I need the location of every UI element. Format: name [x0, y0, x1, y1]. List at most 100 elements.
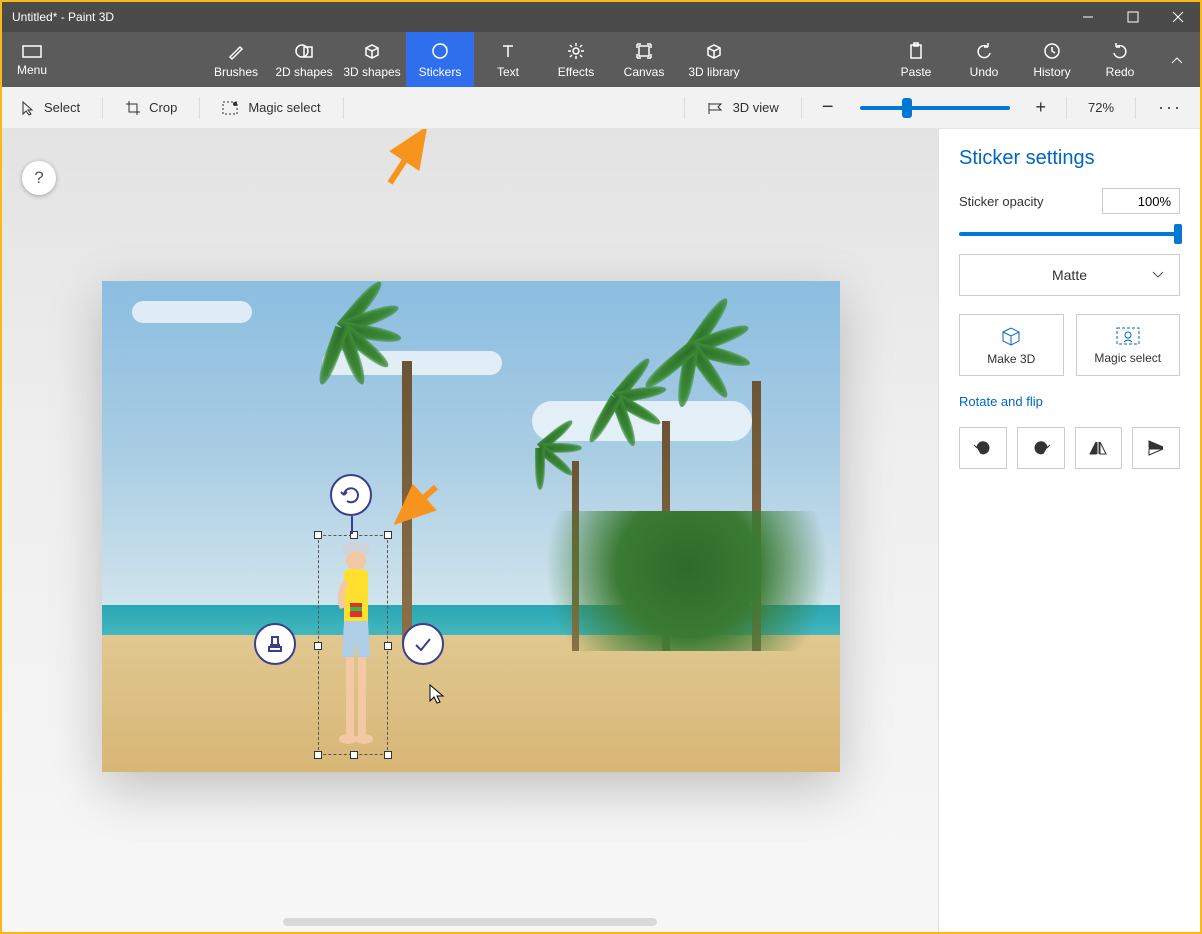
expand-ribbon-button[interactable] [1154, 32, 1200, 87]
cube-icon [362, 41, 382, 61]
main-area: ? [2, 129, 1200, 932]
make-3d-label: Make 3D [987, 352, 1035, 366]
tab-2d-shapes[interactable]: 2D shapes [270, 32, 338, 87]
tab-label: 2D shapes [275, 65, 332, 79]
undo-icon [974, 41, 994, 61]
menu-button[interactable]: Menu [2, 32, 62, 87]
magic-select-label: Magic select [248, 100, 320, 115]
flip-horizontal-button[interactable] [1075, 427, 1123, 469]
undo-button[interactable]: Undo [950, 32, 1018, 87]
crop-tool[interactable]: Crop [117, 96, 185, 120]
canvas-area[interactable]: ? [2, 129, 938, 932]
chevron-up-icon [1170, 55, 1184, 65]
tab-label: 3D library [688, 65, 739, 79]
canvas[interactable] [102, 281, 840, 772]
tab-canvas[interactable]: Canvas [610, 32, 678, 87]
brush-icon [226, 41, 246, 61]
opacity-thumb[interactable] [1174, 224, 1182, 244]
tab-label: Effects [558, 65, 594, 79]
mouse-cursor [428, 683, 446, 705]
history-label: History [1033, 65, 1070, 79]
tab-label: 3D shapes [343, 65, 400, 79]
material-dropdown[interactable]: Matte [959, 254, 1180, 296]
image-cloud [132, 301, 252, 323]
rotate-ccw-icon [973, 439, 993, 457]
paste-button[interactable]: Paste [882, 32, 950, 87]
resize-handle-w[interactable] [314, 642, 322, 650]
effects-icon [566, 41, 586, 61]
tab-label: Canvas [624, 65, 665, 79]
selection-box[interactable] [318, 535, 388, 755]
rotate-icon [340, 484, 362, 506]
redo-icon [1110, 41, 1130, 61]
history-icon [1042, 41, 1062, 61]
rotate-ccw-button[interactable] [959, 427, 1007, 469]
redo-button[interactable]: Redo [1086, 32, 1154, 87]
resize-handle-s[interactable] [350, 751, 358, 759]
tab-stickers[interactable]: Stickers [406, 32, 474, 87]
more-options-button[interactable]: ··· [1150, 97, 1190, 118]
magic-select-tool[interactable]: Magic select [214, 96, 328, 120]
commit-button[interactable] [402, 623, 444, 665]
select-tool[interactable]: Select [12, 96, 88, 120]
zoom-percent: 72% [1081, 100, 1121, 115]
3d-view-label: 3D view [733, 100, 779, 115]
paste-label: Paste [901, 65, 932, 79]
tab-3d-shapes[interactable]: 3D shapes [338, 32, 406, 87]
zoom-thumb[interactable] [902, 98, 912, 118]
check-icon [412, 633, 434, 655]
flip-h-icon [1088, 440, 1108, 456]
rotate-cw-button[interactable] [1017, 427, 1065, 469]
help-icon: ? [34, 168, 43, 188]
magic-select-button[interactable]: Magic select [1076, 314, 1181, 376]
shapes2d-icon [294, 41, 314, 61]
3d-view-toggle[interactable]: 3D view [699, 96, 787, 119]
chevron-down-icon [1151, 270, 1165, 280]
close-button[interactable] [1155, 2, 1200, 32]
tab-label: Stickers [419, 65, 462, 79]
resize-handle-sw[interactable] [314, 751, 322, 759]
rotate-cw-icon [1031, 439, 1051, 457]
image-fronds [540, 443, 624, 499]
help-button[interactable]: ? [22, 161, 56, 195]
opacity-row: Sticker opacity [959, 188, 1180, 214]
window-title: Untitled* - Paint 3D [12, 10, 114, 24]
material-value: Matte [1052, 267, 1087, 283]
magic-select-label: Magic select [1094, 351, 1161, 365]
resize-handle-nw[interactable] [314, 531, 322, 539]
maximize-button[interactable] [1110, 2, 1155, 32]
pointer-icon [20, 100, 36, 116]
stamp-button[interactable] [254, 623, 296, 665]
magic-select-icon [1115, 326, 1141, 346]
text-icon [498, 41, 518, 61]
library-icon [704, 41, 724, 61]
cube-icon [999, 325, 1023, 347]
resize-handle-se[interactable] [384, 751, 392, 759]
make-3d-button[interactable]: Make 3D [959, 314, 1064, 376]
image-palm-cluster [532, 511, 842, 651]
resize-handle-ne[interactable] [384, 531, 392, 539]
zoom-out-button[interactable]: − [816, 96, 840, 119]
redo-label: Redo [1106, 65, 1135, 79]
flip-vertical-button[interactable] [1132, 427, 1180, 469]
tab-3d-library[interactable]: 3D library [678, 32, 750, 87]
horizontal-scrollbar[interactable] [283, 918, 657, 926]
opacity-slider[interactable] [959, 232, 1180, 236]
minimize-button[interactable] [1065, 2, 1110, 32]
rotate-handle[interactable] [330, 474, 372, 516]
canvas-icon [634, 41, 654, 61]
opacity-input[interactable] [1102, 188, 1180, 214]
zoom-in-button[interactable]: + [1030, 97, 1053, 118]
folder-icon [21, 43, 43, 59]
toolbar: Select Crop Magic select 3D view − + 72%… [2, 87, 1200, 129]
image-fronds [692, 341, 812, 421]
tab-effects[interactable]: Effects [542, 32, 610, 87]
resize-handle-e[interactable] [384, 642, 392, 650]
tab-label: Text [497, 65, 519, 79]
tab-brushes[interactable]: Brushes [202, 32, 270, 87]
menu-label: Menu [17, 63, 47, 77]
zoom-slider[interactable] [860, 106, 1010, 110]
annotation-arrow-1 [380, 129, 440, 193]
history-button[interactable]: History [1018, 32, 1086, 87]
tab-text[interactable]: Text [474, 32, 542, 87]
